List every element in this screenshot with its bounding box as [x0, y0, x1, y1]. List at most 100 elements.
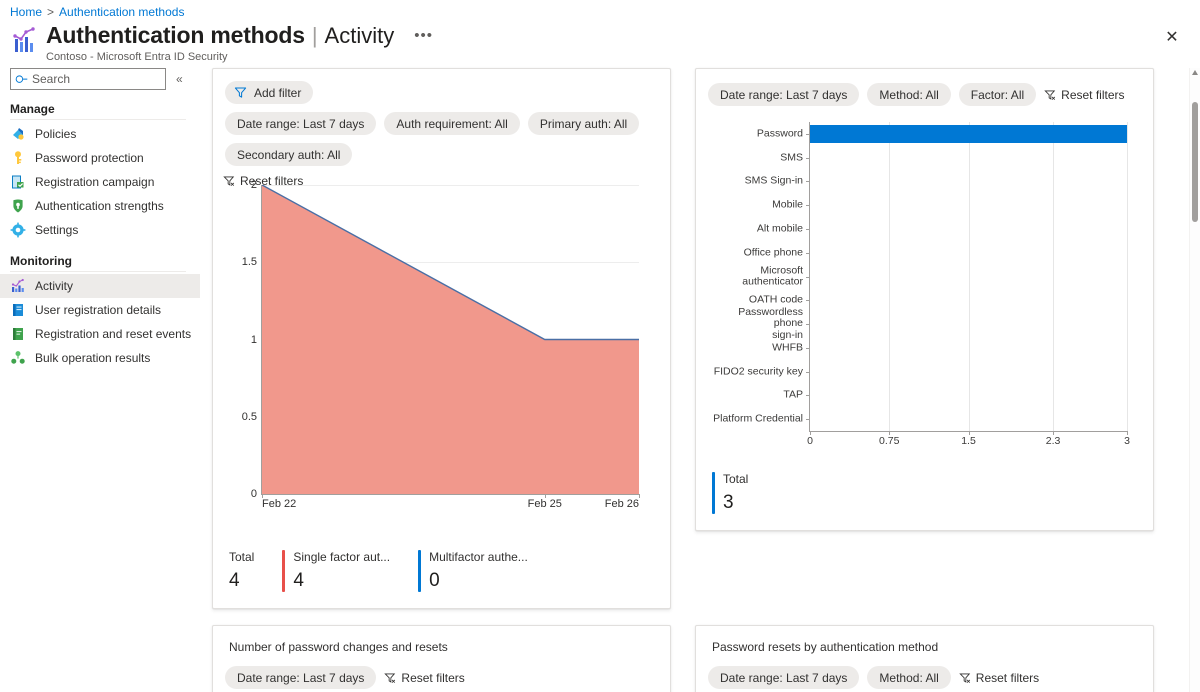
filter-chip-secondary-auth[interactable]: Secondary auth: All — [225, 143, 353, 166]
sidebar-item-settings[interactable]: Settings — [0, 218, 200, 242]
sidebar-item-label: Registration campaign — [35, 175, 155, 189]
bar-chart-x-tick-label: 3 — [1124, 435, 1130, 447]
policies-icon — [10, 126, 26, 142]
password-changes-card: Number of password changes and resets Da… — [212, 625, 671, 692]
bar-chart-y-tick — [806, 419, 810, 421]
bar-chart-bar[interactable] — [810, 124, 1127, 143]
title-divider: | — [311, 23, 318, 48]
reset-filters-button[interactable]: Reset filters — [959, 671, 1039, 685]
area-chart-y-tick-label: 1 — [250, 333, 257, 346]
breadcrumb-current[interactable]: Authentication methods — [59, 5, 184, 19]
bar-chart-y-tick — [806, 276, 810, 278]
password-resets-card: Password resets by authentication method… — [695, 625, 1154, 692]
user-registration-icon — [10, 302, 26, 318]
filter-chip-date-range[interactable]: Date range: Last 7 days — [708, 83, 860, 106]
bar-chart-y-tick — [806, 300, 810, 302]
bar-chart-category-label: WHFB — [772, 341, 803, 354]
area-chart-plot: 0 0.5 1 1.5 2 Feb 22 Feb 25 Feb 26 — [242, 179, 640, 510]
breadcrumb: Home > Authentication methods — [10, 5, 184, 19]
sidebar-item-activity[interactable]: Activity — [0, 274, 200, 298]
bar-chart-category-label: TAP — [783, 388, 803, 401]
sidebar-item-registration-and-reset-events[interactable]: Registration and reset events — [0, 322, 200, 346]
gear-icon — [10, 222, 26, 238]
metric-label: Multifactor authe... — [429, 550, 528, 564]
sidebar-item-label: Registration and reset events — [35, 327, 192, 341]
activity-chart-icon — [10, 278, 26, 294]
reset-filters-button[interactable]: Reset filters — [384, 671, 465, 685]
activity-metrics: Total 4 Single factor aut... 4 Multifact… — [229, 550, 556, 592]
sidebar-item-password-protection[interactable]: Password protection — [0, 146, 200, 170]
filter-chip-auth-requirement[interactable]: Auth requirement: All — [384, 112, 520, 135]
bar-chart-gridline — [889, 122, 891, 431]
more-options-button[interactable]: ••• — [410, 27, 437, 44]
metric-label: Single factor aut... — [293, 550, 391, 564]
search-box[interactable] — [10, 68, 166, 90]
bar-chart-category-label: FIDO2 security key — [713, 364, 803, 377]
add-filter-row: Add filter — [213, 69, 670, 104]
bar-chart-y-tick — [806, 205, 810, 207]
scroll-up-icon[interactable] — [1192, 70, 1198, 75]
bulk-operations-icon — [10, 350, 26, 366]
bar-chart-x-tick-label: 2.3 — [1045, 435, 1061, 447]
registration-campaign-icon — [10, 174, 26, 190]
filter-chip-primary-auth[interactable]: Primary auth: All — [527, 112, 640, 135]
add-filter-label: Add filter — [254, 85, 302, 100]
sidebar-item-user-registration-details[interactable]: User registration details — [0, 298, 200, 322]
collapse-sidebar-button[interactable]: « — [176, 72, 183, 86]
metric-multifactor: Multifactor authe... 0 — [418, 550, 556, 592]
page-title: Authentication methods — [46, 22, 305, 48]
breadcrumb-home[interactable]: Home — [10, 5, 42, 19]
sidebar-divider — [10, 119, 186, 120]
sidebar-item-label: User registration details — [35, 303, 162, 317]
authentication-activity-card: Add filter Date range: Last 7 days Auth … — [212, 68, 671, 609]
funnel-x-icon — [384, 672, 396, 684]
bar-chart-category-label: OATH code — [748, 293, 803, 306]
metric-value: 3 — [723, 492, 734, 513]
sidebar-item-label: Policies — [35, 127, 77, 141]
filter-chip-date-range[interactable]: Date range: Last 7 days — [225, 112, 377, 135]
metric-label: Total — [723, 472, 749, 486]
bar-chart-x-tick-label: 0.75 — [879, 435, 900, 447]
scrollbar-thumb[interactable] — [1192, 102, 1198, 222]
bar-chart-gridline — [1053, 122, 1055, 431]
bar-chart-y-tick — [806, 347, 810, 349]
bar-chart-category-label: Office phone — [743, 246, 803, 259]
metric-value: 4 — [293, 570, 304, 591]
sidebar-item-authentication-strengths[interactable]: Authentication strengths — [0, 194, 200, 218]
activity-chart-icon — [10, 26, 40, 56]
vertical-scrollbar[interactable] — [1190, 68, 1200, 692]
search-input[interactable] — [30, 72, 150, 86]
close-icon[interactable]: ✕ — [1162, 28, 1182, 48]
sidebar-item-registration-campaign[interactable]: Registration campaign — [0, 170, 200, 194]
sidebar-item-label: Authentication strengths — [35, 199, 164, 213]
filter-chip-method[interactable]: Method: All — [867, 83, 951, 106]
reset-filters-label: Reset filters — [975, 670, 1040, 685]
activity-filter-chips: Date range: Last 7 days Auth requirement… — [213, 104, 658, 166]
reset-filters-label: Reset filters — [1061, 87, 1125, 102]
sidebar-search-row: « — [0, 68, 200, 90]
funnel-icon — [234, 86, 247, 99]
bar-chart-category-label: SMS Sign-in — [744, 174, 803, 187]
sidebar-divider — [10, 271, 186, 272]
sidebar-item-policies[interactable]: Policies — [0, 122, 200, 146]
area-chart-y-tick-label: 2 — [250, 179, 257, 191]
password-resets-title: Password resets by authentication method — [712, 640, 939, 654]
bar-chart-x-tick-label: 0 — [807, 435, 813, 447]
area-chart-x-tick — [639, 494, 640, 498]
authentication-activity-area-chart: 0 0.5 1 1.5 2 Feb 22 Feb 25 Feb 26 — [229, 177, 654, 527]
breadcrumb-separator: > — [47, 5, 55, 19]
metric-color-bar — [282, 550, 286, 592]
reset-filters-button[interactable]: Reset filters — [1044, 87, 1125, 102]
filter-chip-date-range[interactable]: Date range: Last 7 days — [708, 666, 860, 689]
filter-chip-method[interactable]: Method: All — [867, 666, 951, 689]
bar-chart-gridline — [1127, 122, 1128, 431]
bar-chart-x-tick-label: 1.5 — [961, 435, 976, 447]
reset-events-icon — [10, 326, 26, 342]
bar-chart-y-tick — [806, 228, 810, 230]
filter-chip-factor[interactable]: Factor: All — [958, 83, 1037, 106]
area-chart-y-tick-label: 0 — [250, 488, 257, 500]
add-filter-button[interactable]: Add filter — [225, 81, 314, 104]
bar-chart-y-tick — [806, 395, 810, 397]
filter-chip-date-range[interactable]: Date range: Last 7 days — [225, 666, 377, 689]
sidebar-item-bulk-operation-results[interactable]: Bulk operation results — [0, 346, 200, 370]
